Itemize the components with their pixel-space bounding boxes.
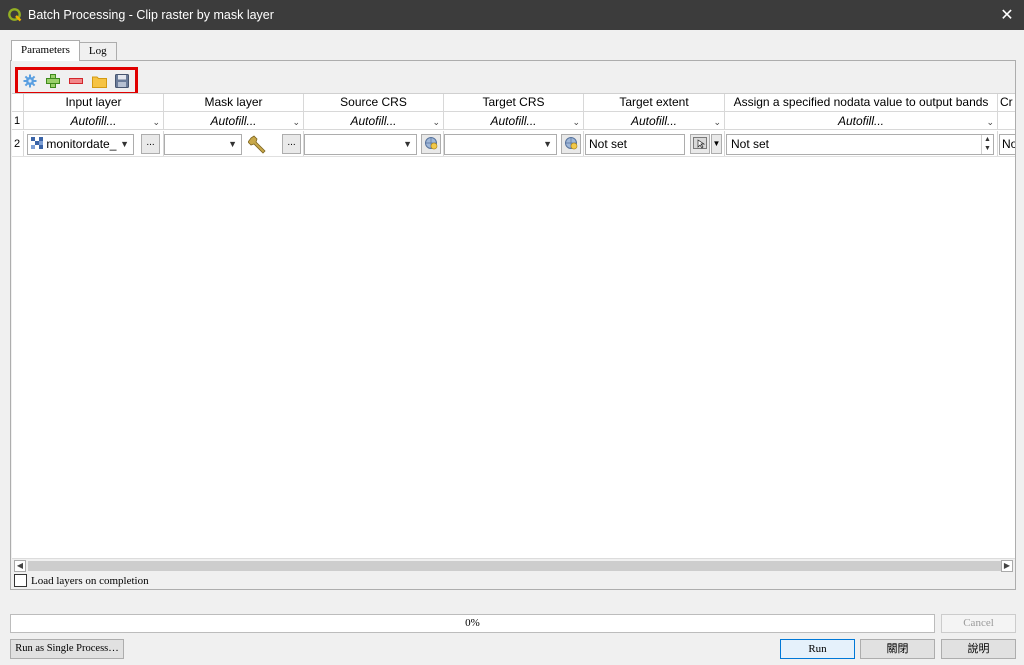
close-button[interactable]: 關閉 bbox=[860, 639, 935, 659]
column-header[interactable]: Input layer bbox=[24, 94, 164, 111]
globe-icon bbox=[425, 137, 438, 150]
progress-bar: 0% bbox=[10, 614, 935, 633]
autofill-dropdown[interactable]: Autofill... ⌄ bbox=[725, 112, 998, 129]
autofill-label: Autofill... bbox=[490, 114, 537, 128]
source-crs-cell: ▼ bbox=[304, 131, 444, 156]
source-crs-combo[interactable]: ▼ bbox=[304, 134, 417, 155]
autofill-dropdown[interactable]: Autofill... ⌄ bbox=[304, 112, 444, 129]
chevron-down-icon: ▼ bbox=[403, 139, 412, 149]
cancel-button[interactable]: Cancel bbox=[941, 614, 1016, 633]
chevron-down-icon: ⌄ bbox=[292, 117, 300, 127]
close-icon[interactable]: ✕ bbox=[998, 5, 1016, 25]
autofill-dropdown[interactable]: Autofill... ⌄ bbox=[164, 112, 304, 129]
target-extent-cell: Not set ▼ bbox=[584, 131, 725, 156]
help-button[interactable]: 說明 bbox=[941, 639, 1016, 659]
scroll-left-icon[interactable]: ◀ bbox=[14, 560, 26, 572]
mask-layer-combo[interactable]: ▼ bbox=[164, 134, 242, 155]
column-header[interactable]: Cr bbox=[998, 94, 1015, 111]
chevron-down-icon: ⌄ bbox=[432, 117, 440, 127]
load-layers-option: Load layers on completion bbox=[14, 573, 149, 588]
mask-layer-cell: ▼ ... bbox=[164, 131, 304, 156]
chevron-down-icon: ▼ bbox=[712, 139, 721, 148]
scroll-right-icon[interactable]: ▶ bbox=[1001, 560, 1013, 572]
table-row: 1 Autofill... ⌄ Autofill... ⌄ Autofill... ⌄… bbox=[12, 112, 1015, 130]
column-header[interactable]: Mask layer bbox=[164, 94, 304, 111]
title-bar: Batch Processing - Clip raster by mask l… bbox=[0, 0, 1024, 30]
horizontal-scrollbar[interactable]: ◀ ▶ bbox=[12, 558, 1015, 572]
progress-text: 0% bbox=[465, 617, 480, 629]
autofill-dropdown[interactable]: Autofill... ⌄ bbox=[24, 112, 164, 129]
chevron-down-icon: ▼ bbox=[120, 139, 129, 149]
select-crs-button[interactable] bbox=[561, 134, 581, 154]
target-crs-combo[interactable]: ▼ bbox=[444, 134, 557, 155]
browse-button[interactable]: ... bbox=[141, 134, 160, 154]
column-header[interactable]: Source CRS bbox=[304, 94, 444, 111]
batch-table: Input layer Mask layer Source CRS Target… bbox=[12, 93, 1015, 559]
extent-select-button[interactable] bbox=[690, 134, 710, 154]
cell bbox=[998, 112, 1015, 129]
tab-bar: Parameters Log bbox=[11, 40, 117, 61]
next-column-cell: No bbox=[998, 131, 1015, 156]
chevron-down-icon: ⌄ bbox=[986, 117, 994, 127]
chevron-down-icon: ⌄ bbox=[152, 117, 160, 127]
select-crs-button[interactable] bbox=[421, 134, 441, 154]
parameters-panel: Input layer Mask layer Source CRS Target… bbox=[10, 60, 1016, 590]
autofill-gear-icon[interactable] bbox=[22, 73, 38, 89]
chevron-down-icon: ⌄ bbox=[572, 117, 580, 127]
wrench-icon[interactable] bbox=[247, 135, 270, 155]
window-title: Batch Processing - Clip raster by mask l… bbox=[28, 8, 274, 22]
globe-icon bbox=[565, 137, 578, 150]
column-header[interactable]: Target extent bbox=[584, 94, 725, 111]
save-icon[interactable] bbox=[114, 73, 130, 89]
run-single-process-button[interactable]: Run as Single Process… bbox=[10, 639, 124, 659]
run-button[interactable]: Run bbox=[780, 639, 855, 659]
tab-log[interactable]: Log bbox=[78, 42, 117, 60]
input-layer-combo[interactable]: monitordate_ ▼ bbox=[27, 134, 134, 155]
next-column-field[interactable]: No bbox=[999, 134, 1015, 155]
load-layers-label[interactable]: Load layers on completion bbox=[31, 575, 149, 587]
row-number: 1 bbox=[12, 112, 24, 129]
nodata-value: Not set bbox=[731, 137, 770, 151]
chevron-down-icon: ⌄ bbox=[713, 117, 721, 127]
autofill-label: Autofill... bbox=[837, 114, 885, 128]
input-layer-cell: monitordate_ ▼ ... bbox=[24, 131, 164, 156]
autofill-label: Autofill... bbox=[630, 114, 678, 128]
nodata-cell: Not set ▲ ▼ bbox=[725, 131, 998, 156]
corner-cell bbox=[12, 94, 24, 111]
autofill-label: Autofill... bbox=[210, 114, 257, 128]
browse-button[interactable]: ... bbox=[282, 134, 301, 154]
column-header[interactable]: Target CRS bbox=[444, 94, 584, 111]
load-layers-checkbox[interactable] bbox=[14, 574, 27, 587]
tab-parameters[interactable]: Parameters bbox=[11, 40, 80, 61]
map-cursor-icon bbox=[693, 137, 707, 149]
autofill-label: Autofill... bbox=[70, 114, 117, 128]
input-layer-value: monitordate_ bbox=[46, 137, 117, 151]
autofill-dropdown[interactable]: Autofill... ⌄ bbox=[444, 112, 584, 129]
raster-layer-icon bbox=[31, 137, 43, 149]
table-row: 2 monitordate_ ▼ ... ▼ ... ▼ ▼ Not set ▼… bbox=[12, 131, 1015, 157]
autofill-label: Autofill... bbox=[350, 114, 397, 128]
column-header[interactable]: Assign a specified nodata value to outpu… bbox=[725, 94, 998, 111]
target-extent-field[interactable]: Not set bbox=[585, 134, 685, 155]
open-folder-icon[interactable] bbox=[91, 73, 107, 89]
add-row-icon[interactable] bbox=[45, 73, 61, 89]
spin-arrows-icon[interactable]: ▲ ▼ bbox=[981, 135, 993, 154]
autofill-dropdown[interactable]: Autofill... ⌄ bbox=[584, 112, 725, 129]
batch-toolbar bbox=[15, 67, 138, 95]
remove-row-icon[interactable] bbox=[68, 73, 84, 89]
nodata-spinbox[interactable]: Not set ▲ ▼ bbox=[726, 134, 994, 155]
extent-menu-button[interactable]: ▼ bbox=[711, 134, 722, 154]
table-header: Input layer Mask layer Source CRS Target… bbox=[12, 94, 1015, 112]
chevron-down-icon: ▼ bbox=[228, 139, 237, 149]
chevron-down-icon: ▼ bbox=[543, 139, 552, 149]
qgis-logo-icon bbox=[8, 8, 22, 22]
target-crs-cell: ▼ bbox=[444, 131, 584, 156]
scroll-thumb[interactable] bbox=[28, 561, 1003, 571]
row-number: 2 bbox=[12, 131, 24, 156]
